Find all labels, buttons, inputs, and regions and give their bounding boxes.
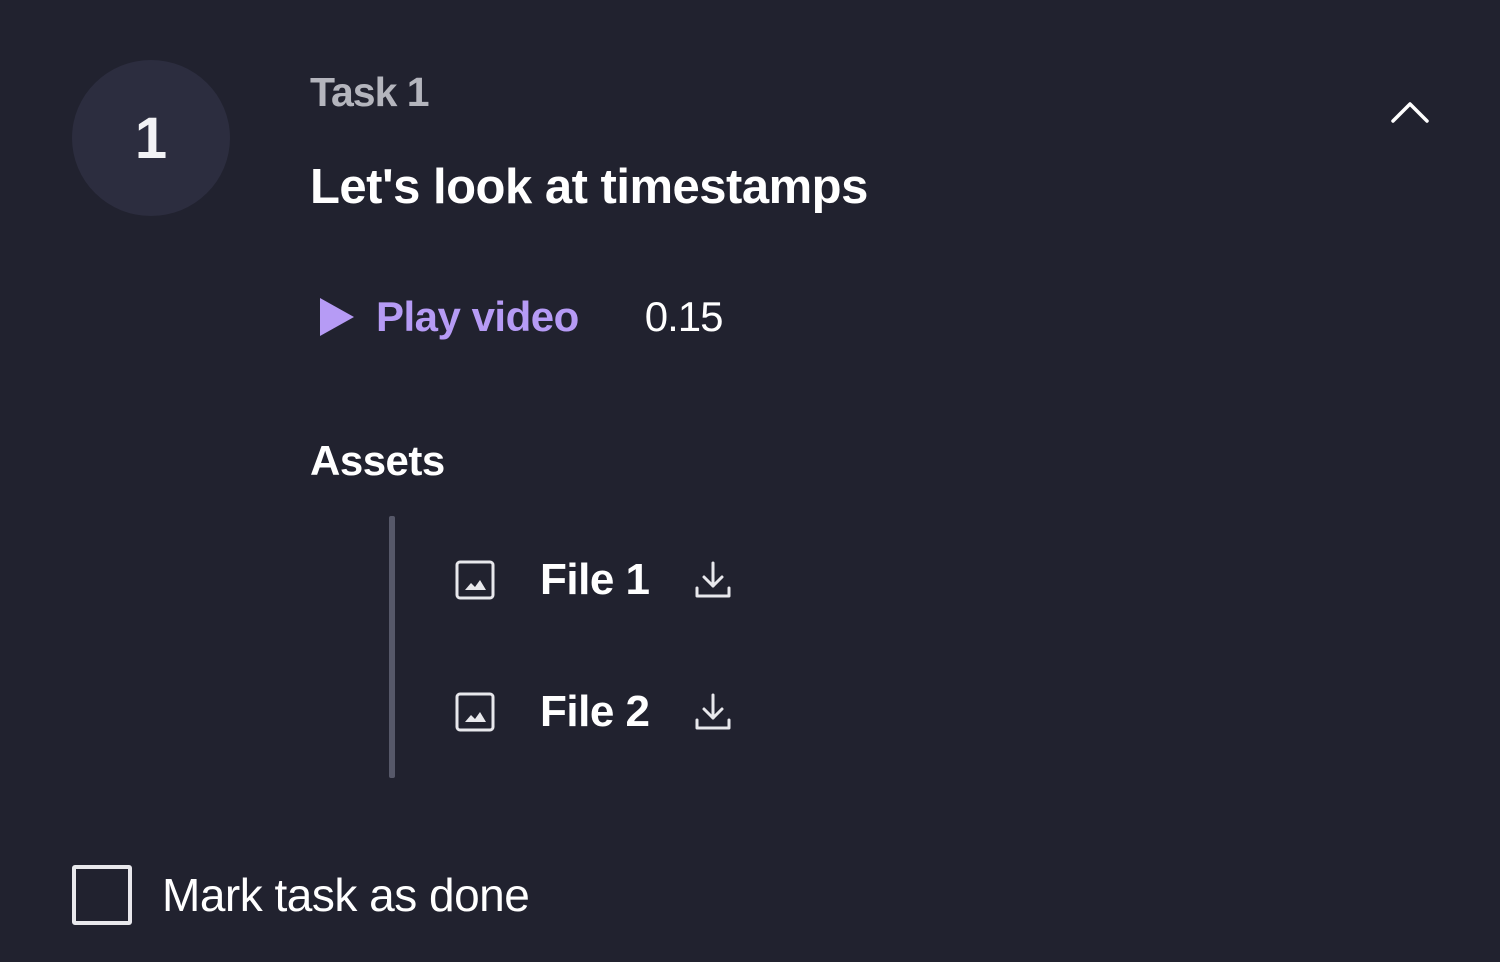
task-number-badge: 1 bbox=[72, 60, 230, 216]
assets-heading: Assets bbox=[310, 437, 445, 484]
mark-done-row[interactable]: Mark task as done bbox=[72, 862, 530, 928]
video-timestamp: 0.15 bbox=[644, 293, 724, 340]
task-title: Let's look at timestamps bbox=[310, 160, 868, 214]
play-video-label: Play video bbox=[376, 293, 579, 340]
video-row: Play video 0.15 bbox=[314, 286, 724, 348]
download-icon[interactable] bbox=[692, 559, 734, 601]
play-icon bbox=[314, 296, 356, 338]
play-video-button[interactable]: Play video bbox=[314, 286, 579, 348]
assets-rail bbox=[389, 516, 395, 778]
asset-item-file-2: File 2 bbox=[454, 682, 734, 742]
chevron-up-icon bbox=[1391, 102, 1429, 123]
task-label: Task 1 bbox=[310, 69, 430, 115]
image-icon bbox=[454, 691, 496, 733]
download-icon[interactable] bbox=[692, 691, 734, 733]
image-icon bbox=[454, 559, 496, 601]
mark-done-label: Mark task as done bbox=[162, 869, 530, 921]
asset-name: File 1 bbox=[540, 555, 650, 604]
asset-item-file-1: File 1 bbox=[454, 550, 734, 610]
task-number: 1 bbox=[134, 105, 168, 171]
asset-name: File 2 bbox=[540, 687, 650, 736]
mark-done-checkbox[interactable] bbox=[72, 865, 132, 925]
collapse-button[interactable] bbox=[1380, 86, 1440, 136]
